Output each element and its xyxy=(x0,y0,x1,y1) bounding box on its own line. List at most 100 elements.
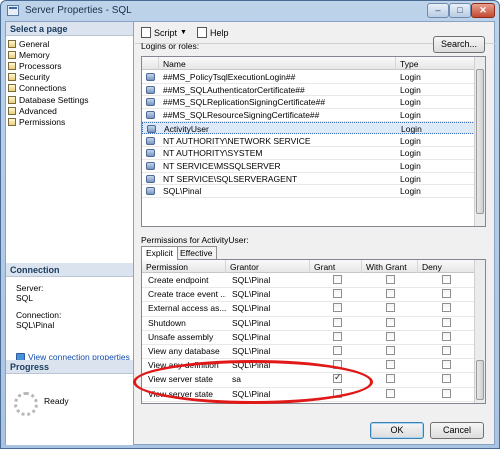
login-row[interactable]: NT AUTHORITY\SYSTEM Login xyxy=(142,147,475,160)
cancel-button[interactable]: Cancel xyxy=(430,422,484,439)
name-column-header[interactable]: Name xyxy=(159,57,396,70)
deny-checkbox[interactable] xyxy=(442,275,451,284)
grant-checkbox[interactable] xyxy=(333,360,342,370)
permission-grantor: sa xyxy=(232,374,241,385)
with-grant-checkbox[interactable] xyxy=(386,275,395,284)
login-row[interactable]: NT SERVICE\SQLSERVERAGENT Login xyxy=(142,173,475,186)
permission-row[interactable]: View any database SQL\Pinal xyxy=(142,345,475,360)
permission-row[interactable]: Create endpoint SQL\Pinal xyxy=(142,274,475,289)
page-item-label: Processors xyxy=(19,60,62,71)
permissions-scrollbar[interactable] xyxy=(474,260,485,403)
minimize-button[interactable]: – xyxy=(427,3,449,18)
permission-row[interactable]: Shutdown SQL\Pinal xyxy=(142,317,475,331)
grant-checkbox[interactable] xyxy=(333,289,342,299)
type-column-header[interactable]: Type xyxy=(396,57,475,70)
with-grant-checkbox[interactable] xyxy=(386,303,395,313)
deny-checkbox[interactable] xyxy=(442,388,451,398)
permission-grantor: SQL\Pinal xyxy=(232,317,271,328)
deny-checkbox[interactable] xyxy=(442,317,451,327)
with-grant-checkbox[interactable] xyxy=(386,360,395,370)
with-grant-checkbox[interactable] xyxy=(386,331,395,341)
tab-explicit[interactable]: Explicit xyxy=(141,246,178,260)
deny-checkbox[interactable] xyxy=(442,331,451,341)
permission-row[interactable]: View any definition SQL\Pinal xyxy=(142,359,475,374)
maximize-button[interactable]: □ xyxy=(449,3,471,18)
page-item-advanced[interactable]: Advanced xyxy=(8,105,132,116)
login-row[interactable]: ##MS_SQLReplicationSigningCertificate## L… xyxy=(142,96,475,110)
with-grant-checkbox[interactable] xyxy=(386,289,395,299)
with-grant-checkbox[interactable] xyxy=(386,317,395,327)
page-item-memory[interactable]: Memory xyxy=(8,49,132,60)
permission-row[interactable]: View server state SQL\Pinal xyxy=(142,388,475,402)
script-button[interactable]: Script ▼ xyxy=(141,27,187,38)
with-grant-checkbox[interactable] xyxy=(386,388,395,398)
page-item-security[interactable]: Security xyxy=(8,72,132,83)
permissions-label: Permissions for ActivityUser: xyxy=(141,235,249,245)
logins-scroll-thumb[interactable] xyxy=(476,69,484,214)
grant-checkbox[interactable] xyxy=(333,346,342,355)
page-item-label: Connections xyxy=(19,83,67,94)
page-item-permissions[interactable]: Permissions xyxy=(8,116,132,127)
permission-row[interactable]: View server state sa xyxy=(142,372,475,388)
deny-column-header[interactable]: Deny xyxy=(418,260,475,273)
deny-checkbox[interactable] xyxy=(442,374,451,384)
page-item-general[interactable]: General xyxy=(8,38,132,49)
page-item-label: Security xyxy=(19,72,50,83)
login-row[interactable]: NT SERVICE\MSSQLSERVER Login xyxy=(142,160,475,173)
page-item-database-settings[interactable]: Database Settings xyxy=(8,94,132,105)
grantor-column-header[interactable]: Grantor xyxy=(226,260,310,273)
login-type: Login xyxy=(400,186,421,197)
user-icon xyxy=(146,174,155,183)
deny-checkbox[interactable] xyxy=(442,303,451,313)
permission-column-header[interactable]: Permission xyxy=(142,260,226,273)
permission-name: Unsafe assembly xyxy=(148,331,214,342)
login-row[interactable]: ActivityUser Login xyxy=(142,121,475,135)
page-item-connections[interactable]: Connections xyxy=(8,83,132,94)
permission-row[interactable]: External access as... SQL\Pinal xyxy=(142,302,475,317)
permission-row[interactable]: Unsafe assembly SQL\Pinal xyxy=(142,331,475,345)
tab-effective[interactable]: Effective xyxy=(175,246,218,259)
help-icon xyxy=(197,27,207,38)
page-icon xyxy=(8,117,16,126)
login-row[interactable]: ##MS_SQLAuthenticatorCertificate## Login xyxy=(142,84,475,97)
login-type: Login xyxy=(400,135,421,146)
login-name: NT SERVICE\MSSQLSERVER xyxy=(163,160,281,171)
deny-checkbox[interactable] xyxy=(442,346,451,355)
login-type: Login xyxy=(400,173,421,184)
with-grant-checkbox[interactable] xyxy=(386,346,395,355)
grant-checkbox[interactable] xyxy=(333,331,342,341)
grant-checkbox[interactable] xyxy=(333,275,342,284)
deny-checkbox[interactable] xyxy=(442,360,451,370)
help-button[interactable]: Help xyxy=(197,27,229,38)
deny-checkbox[interactable] xyxy=(442,289,451,299)
logins-grid: Name Type ##MS_PolicyTsqlExecutionLogin#… xyxy=(141,56,486,227)
close-button[interactable]: ✕ xyxy=(471,3,495,18)
grant-checkbox[interactable] xyxy=(333,303,342,313)
permission-grantor: SQL\Pinal xyxy=(232,331,271,342)
with-grant-column-header[interactable]: With Grant xyxy=(362,260,418,273)
grant-column-header[interactable]: Grant xyxy=(310,260,362,273)
login-row[interactable]: SQL\Pinal Login xyxy=(142,185,475,198)
grant-checkbox[interactable] xyxy=(333,388,342,398)
login-type: Login xyxy=(400,148,421,159)
login-type: Login xyxy=(400,84,421,95)
script-icon xyxy=(141,27,151,38)
grant-checkbox[interactable] xyxy=(333,317,342,327)
connection-header: Connection xyxy=(6,263,133,277)
ok-button[interactable]: OK xyxy=(370,422,424,439)
user-icon xyxy=(146,161,155,170)
search-button[interactable]: Search... xyxy=(433,36,485,53)
login-row[interactable]: NT AUTHORITY\NETWORK SERVICE Login xyxy=(142,135,475,148)
page-item-processors[interactable]: Processors xyxy=(8,60,132,71)
chevron-down-icon[interactable]: ▼ xyxy=(180,29,187,36)
permission-row[interactable]: Create trace event ... SQL\Pinal xyxy=(142,288,475,303)
logins-scrollbar[interactable] xyxy=(474,57,485,226)
grant-checkbox[interactable] xyxy=(333,372,342,384)
login-row[interactable]: ##MS_PolicyTsqlExecutionLogin## Login xyxy=(142,71,475,84)
permission-name: View server state xyxy=(148,388,214,399)
permissions-scroll-thumb[interactable] xyxy=(476,360,484,400)
with-grant-checkbox[interactable] xyxy=(386,374,395,384)
login-row[interactable]: ##MS_SQLResourceSigningCertificate## Logi… xyxy=(142,109,475,122)
login-name: NT AUTHORITY\SYSTEM xyxy=(163,148,263,159)
login-name: ##MS_PolicyTsqlExecutionLogin## xyxy=(163,72,296,82)
